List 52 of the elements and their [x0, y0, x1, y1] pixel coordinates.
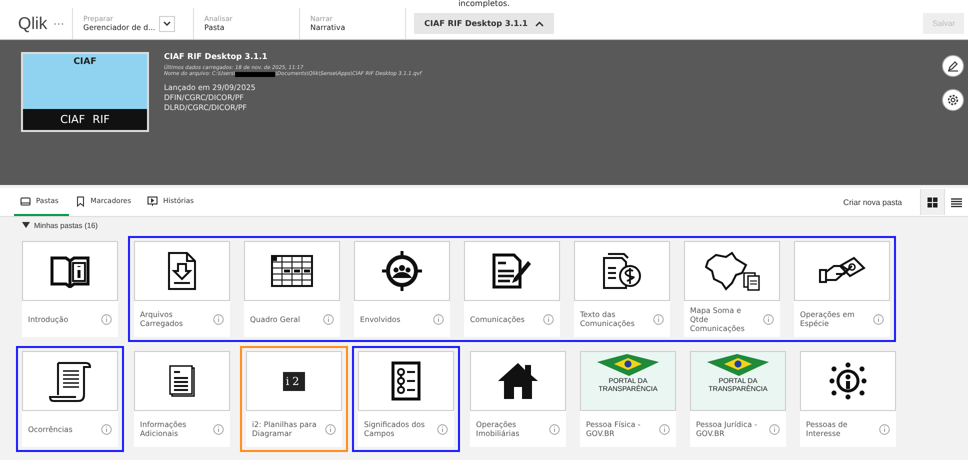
list-icon [951, 196, 962, 208]
info-icon[interactable] [437, 424, 448, 434]
story-icon [147, 196, 158, 206]
hand-money-icon [818, 256, 866, 286]
file-download-icon [167, 251, 197, 291]
info-icon[interactable] [213, 424, 224, 434]
settings-button[interactable] [942, 89, 964, 111]
caret-down-icon [22, 222, 30, 229]
chevron-up-icon [534, 20, 544, 26]
grid-icon [927, 196, 938, 208]
info-icon[interactable] [769, 424, 780, 434]
map-document-icon [702, 251, 762, 291]
info-icon[interactable] [659, 424, 670, 434]
pencil-icon [947, 60, 959, 72]
document-coin-icon [602, 252, 642, 290]
sheet-icon [20, 196, 31, 206]
app-title: CIAF RIF Desktop 3.1.1 [164, 52, 268, 61]
more-button[interactable]: ··· [53, 18, 64, 30]
info-icon[interactable] [543, 314, 554, 324]
edit-button[interactable] [942, 55, 964, 77]
app-button[interactable]: CIAF RIF Desktop 3.1.1 [414, 13, 554, 34]
scroll-icon [48, 359, 92, 403]
qlik-logo: Qlik [18, 14, 48, 34]
info-icon[interactable] [763, 314, 774, 324]
info-icon[interactable] [101, 314, 112, 324]
info-icon[interactable] [879, 424, 890, 434]
chevron-down-icon [163, 20, 172, 26]
grid-view-button[interactable] [920, 189, 944, 215]
redaction-bar [235, 72, 276, 76]
info-icon[interactable] [323, 314, 334, 324]
table-icon [271, 255, 313, 287]
info-icon[interactable] [873, 314, 884, 324]
document-pen-icon [492, 253, 532, 289]
create-sheet-button[interactable]: Criar nova pasta [837, 196, 908, 208]
people-target-icon [382, 251, 422, 291]
info-icon[interactable] [653, 314, 664, 324]
house-icon [496, 361, 540, 401]
info-icon[interactable] [213, 314, 224, 324]
checklist-icon [391, 361, 421, 401]
i2-logo: i2 [282, 372, 306, 390]
info-icon[interactable] [101, 424, 112, 434]
document-stack-icon [168, 364, 196, 398]
person-network-icon [828, 361, 868, 401]
app-logo: CIAF CIAF RIF [21, 52, 149, 132]
bookmark-icon [74, 196, 86, 206]
book-info-icon [50, 254, 90, 288]
info-icon[interactable] [549, 424, 560, 434]
info-icon[interactable] [325, 424, 336, 434]
info-icon[interactable] [433, 314, 444, 324]
caption-text: incompletos. [0, 0, 968, 8]
dropdown-button[interactable] [159, 16, 176, 32]
settings-icon [947, 94, 959, 106]
